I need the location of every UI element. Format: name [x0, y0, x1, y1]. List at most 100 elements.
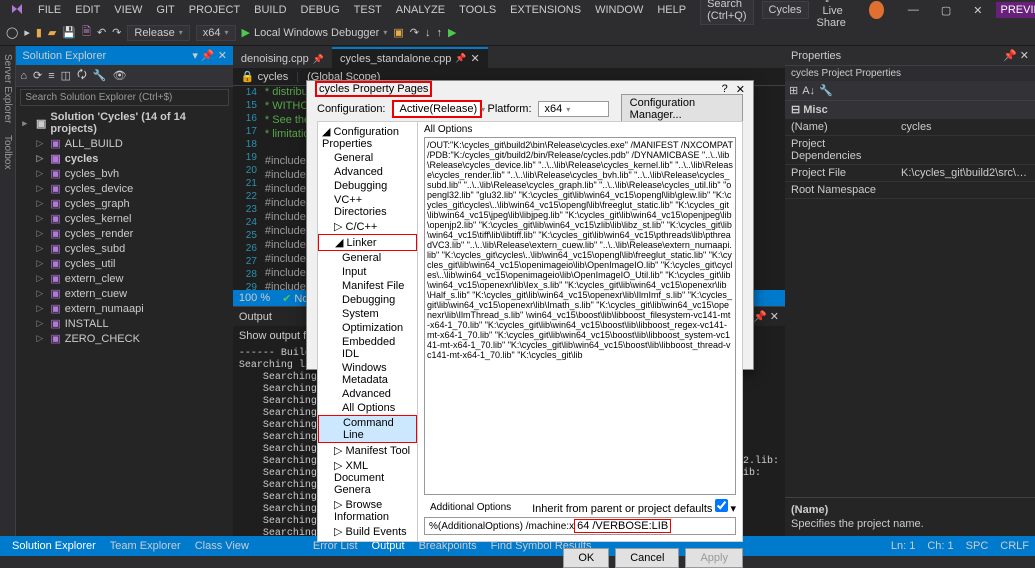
tree-vcdirs[interactable]: VC++ Directories [318, 193, 417, 219]
open-icon[interactable]: ▰ [48, 26, 56, 39]
tree-linker[interactable]: ◢ Linker [318, 234, 417, 251]
menu-git[interactable]: GIT [150, 2, 180, 18]
project-install[interactable]: ▷▣INSTALL [16, 316, 233, 331]
project-extern_clew[interactable]: ▷▣extern_clew [16, 271, 233, 286]
close-icon[interactable]: ✕ [967, 2, 988, 19]
prop-value[interactable] [895, 136, 1035, 165]
step-out-icon[interactable]: ↑ [436, 27, 442, 39]
tab-denoising[interactable]: denoising.cpp📌 [233, 49, 332, 68]
project-cycles_util[interactable]: ▷▣cycles_util [16, 256, 233, 271]
solution-config-input[interactable]: Cycles [762, 1, 809, 19]
dropdown-icon[interactable]: ▾ [192, 50, 198, 62]
menu-extensions[interactable]: EXTENSIONS [504, 2, 587, 18]
home-icon[interactable]: ⌂ [20, 70, 27, 82]
tree-debugging[interactable]: Debugging [318, 179, 417, 193]
save-icon[interactable]: 💾 [62, 26, 76, 39]
menu-analyze[interactable]: ANALYZE [390, 2, 451, 18]
tree-linker-system[interactable]: System [318, 307, 417, 321]
sync-icon[interactable]: ⟳ [33, 69, 42, 82]
project-extern_cuew[interactable]: ▷▣extern_cuew [16, 286, 233, 301]
server-explorer-tab[interactable]: Server Explorer [0, 50, 15, 127]
show-all-icon[interactable]: ◫ [61, 69, 71, 82]
redo-icon[interactable]: ↷ [112, 26, 121, 39]
close-panel-icon[interactable]: ✕ [218, 50, 227, 62]
wrench-icon[interactable]: 🔧 [819, 84, 833, 97]
edit-icon[interactable]: ▾ [730, 503, 736, 515]
close-tab-icon[interactable]: ✕ [471, 52, 480, 65]
ok-button[interactable]: OK [563, 548, 609, 568]
tree-advanced[interactable]: Advanced [318, 165, 417, 179]
step-over-icon[interactable]: ↷ [410, 26, 419, 39]
menu-test[interactable]: TEST [348, 2, 388, 18]
run-icon[interactable]: ▶ [448, 26, 456, 39]
maximize-icon[interactable]: ▢ [935, 2, 957, 19]
platform-combo[interactable]: x64▾ [196, 25, 236, 41]
menu-view[interactable]: VIEW [108, 2, 148, 18]
avatar[interactable] [869, 1, 884, 19]
tree-xml-doc[interactable]: ▷ XML Document Genera [318, 458, 417, 497]
inherit-checkbox[interactable] [715, 499, 728, 512]
solution-root[interactable]: ▸▣Solution 'Cycles' (14 of 14 projects) [16, 110, 233, 136]
undo-icon[interactable]: ↶ [97, 26, 106, 39]
categorize-icon[interactable]: ⊞ [789, 84, 798, 97]
tree-linker-winmd[interactable]: Windows Metadata [318, 361, 417, 387]
prop-value[interactable]: cycles [895, 119, 1035, 136]
tree-browse-info[interactable]: ▷ Browse Information [318, 497, 417, 524]
additional-options-input[interactable]: %(AdditionalOptions) /machine:x64 /VERBO… [424, 517, 736, 535]
menu-help[interactable]: HELP [651, 2, 692, 18]
tree-manifest-tool[interactable]: ▷ Manifest Tool [318, 443, 417, 458]
save-all-icon[interactable]: 🗎 [82, 23, 91, 42]
properties-icon[interactable]: 🔧 [93, 69, 107, 82]
tree-config-props[interactable]: ◢ Configuration Properties [318, 124, 417, 151]
pin-icon[interactable]: 📌 [1003, 50, 1017, 62]
tab-cycles-standalone[interactable]: cycles_standalone.cpp📌✕ [332, 47, 488, 68]
close-icon[interactable]: ✕ [770, 311, 779, 323]
project-extern_numaapi[interactable]: ▷▣extern_numaapi [16, 301, 233, 316]
tree-general[interactable]: General [318, 151, 417, 165]
new-icon[interactable]: ▮ [36, 26, 42, 39]
start-debug-button[interactable]: ▶Local Windows Debugger▾ [242, 26, 388, 39]
menu-project[interactable]: PROJECT [183, 2, 246, 18]
property-tree[interactable]: ◢ Configuration Properties General Advan… [318, 122, 418, 541]
apply-button[interactable]: Apply [685, 548, 743, 568]
nav-back-icon[interactable]: ◯ [6, 26, 18, 39]
tool-icon[interactable]: ▣ [393, 26, 403, 39]
pin-icon[interactable]: 📌 [455, 53, 466, 64]
platform-combo[interactable]: x64▾ [538, 101, 609, 117]
project-cycles_render[interactable]: ▷▣cycles_render [16, 226, 233, 241]
toolbox-tab[interactable]: Toolbox [0, 131, 15, 173]
tab-solution-explorer[interactable]: Solution Explorer [6, 538, 102, 554]
refresh-icon[interactable]: 🗘 [77, 66, 87, 85]
project-cycles_bvh[interactable]: ▷▣cycles_bvh [16, 166, 233, 181]
minimize-icon[interactable]: — [902, 2, 925, 19]
menu-tools[interactable]: TOOLS [453, 2, 502, 18]
project-cycles_device[interactable]: ▷▣cycles_device [16, 181, 233, 196]
tree-build-events[interactable]: ▷ Build Events [318, 524, 417, 539]
collapse-icon[interactable]: ≡ [48, 70, 54, 82]
tree-linker-idl[interactable]: Embedded IDL [318, 335, 417, 361]
tree-linker-input[interactable]: Input [318, 265, 417, 279]
tree-linker-general[interactable]: General [318, 251, 417, 265]
tree-linker-debugging[interactable]: Debugging [318, 293, 417, 307]
tab-class-view[interactable]: Class View [189, 538, 255, 554]
prop-value[interactable]: K:\cycles_git\build2\src\app\cycles.vcxp… [895, 165, 1035, 182]
nav-fwd-icon[interactable]: ▸ [24, 26, 30, 39]
liveshare-button[interactable]: ⇪ Live Share [811, 0, 862, 31]
config-manager-button[interactable]: Configuration Manager... [621, 94, 743, 124]
config-combo[interactable]: Active(Release)▾ [392, 100, 482, 118]
menu-build[interactable]: BUILD [248, 2, 292, 18]
tree-linker-advanced[interactable]: Advanced [318, 387, 417, 401]
project-cycles_kernel[interactable]: ▷▣cycles_kernel [16, 211, 233, 226]
project-cycles_graph[interactable]: ▷▣cycles_graph [16, 196, 233, 211]
cancel-button[interactable]: Cancel [615, 548, 679, 568]
nav-project[interactable]: 🔒 cycles [241, 70, 288, 83]
tab-team-explorer[interactable]: Team Explorer [104, 538, 187, 554]
pin-icon[interactable]: 📌 [753, 311, 767, 323]
menu-debug[interactable]: DEBUG [295, 2, 346, 18]
menu-window[interactable]: WINDOW [589, 2, 649, 18]
all-options-text[interactable]: /OUT:"K:\cycles_git\build2\bin\Release\c… [424, 137, 736, 495]
project-zero_check[interactable]: ▷▣ZERO_CHECK [16, 331, 233, 346]
project-cycles[interactable]: ▷▣cycles [16, 151, 233, 166]
tree-linker-manifest[interactable]: Manifest File [318, 279, 417, 293]
search-input[interactable]: Search (Ctrl+Q) [700, 0, 753, 25]
